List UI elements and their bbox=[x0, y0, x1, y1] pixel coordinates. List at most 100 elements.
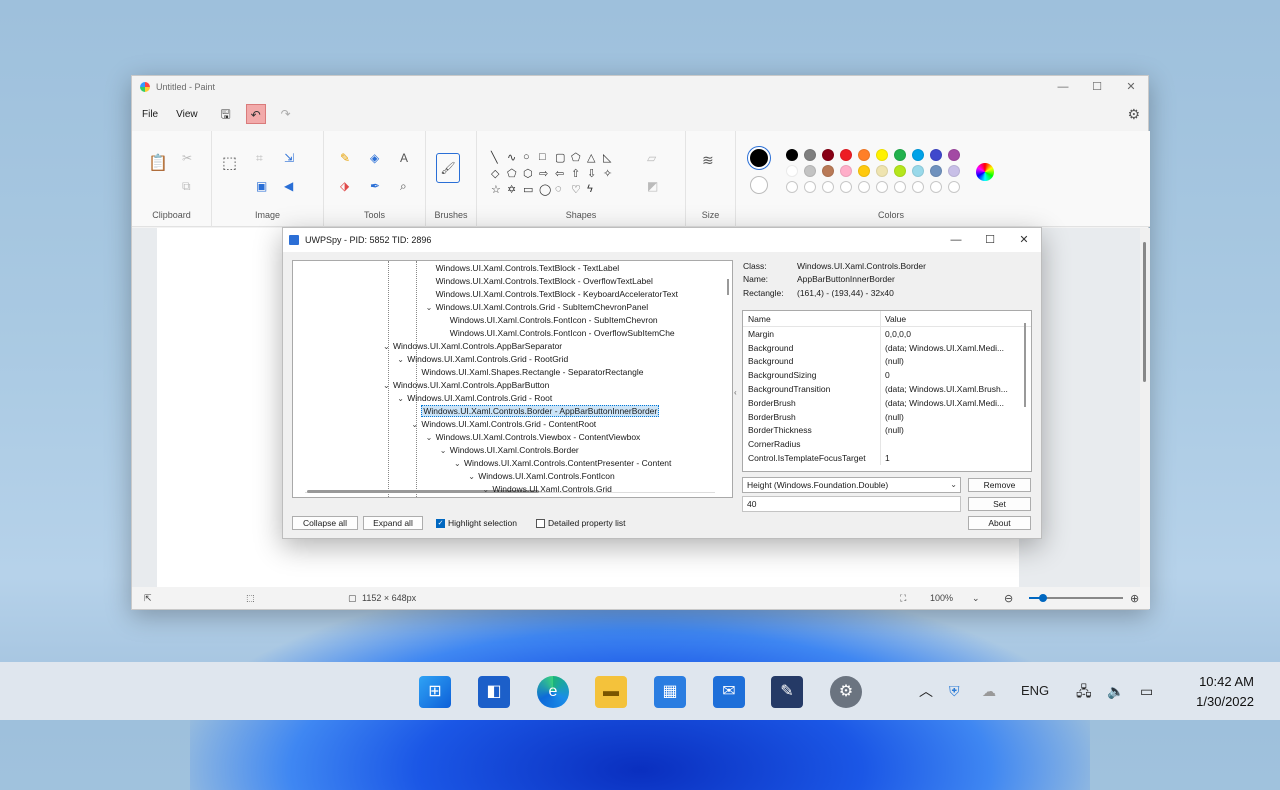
outline-icon[interactable]: ▱ bbox=[647, 151, 656, 165]
defender-shield-icon[interactable]: ⛨ bbox=[949, 662, 960, 720]
property-row[interactable]: BackgroundTransition (data; Windows.UI.Xa… bbox=[743, 382, 1031, 396]
about-button[interactable]: About bbox=[968, 516, 1031, 530]
oval-shape-icon[interactable]: ○ bbox=[523, 151, 539, 164]
expand-toggle-icon[interactable]: ⌄ bbox=[426, 301, 436, 314]
custom-color-slot[interactable] bbox=[804, 181, 816, 193]
lightning-shape-icon[interactable]: ϟ bbox=[587, 183, 603, 196]
tree-item[interactable]: Windows.UI.Xaml.Controls.TextBlock - Tex… bbox=[426, 262, 620, 275]
tree-item[interactable]: ⌄ Windows.UI.Xaml.Controls.AppBarButton bbox=[383, 379, 549, 392]
palette-color-swatch[interactable] bbox=[912, 165, 924, 177]
palette-color-swatch[interactable] bbox=[876, 149, 888, 161]
color2-swatch[interactable] bbox=[750, 176, 768, 194]
shape-fill-icon[interactable]: ◩ bbox=[647, 179, 658, 193]
spy-minimize-icon[interactable]: — bbox=[939, 228, 973, 252]
custom-color-slot[interactable] bbox=[912, 181, 924, 193]
onedrive-cloud-icon[interactable]: ☁ bbox=[982, 662, 996, 720]
palette-color-swatch[interactable] bbox=[876, 165, 888, 177]
palette-color-swatch[interactable] bbox=[804, 149, 816, 161]
microsoft-store-icon[interactable]: ▦ bbox=[654, 676, 686, 708]
mail-icon[interactable]: ✉ bbox=[713, 676, 745, 708]
palette-color-swatch[interactable] bbox=[930, 165, 942, 177]
heart-shape-icon[interactable]: ♡ bbox=[571, 183, 587, 196]
size-lines-icon[interactable]: ≋ bbox=[702, 153, 714, 167]
palette-color-swatch[interactable] bbox=[858, 165, 870, 177]
tree-item[interactable]: ⌄ Windows.UI.Xaml.Controls.Border bbox=[440, 444, 579, 457]
tree-item[interactable]: ⌄ Windows.UI.Xaml.Controls.Viewbox - Cont… bbox=[426, 431, 641, 444]
color-picker-icon[interactable]: ✒ bbox=[370, 179, 380, 193]
fill-icon[interactable]: ◈ bbox=[370, 151, 379, 165]
palette-color-swatch[interactable] bbox=[822, 149, 834, 161]
spy-close-icon[interactable]: ✕ bbox=[1007, 228, 1041, 252]
collapse-all-button[interactable]: Collapse all bbox=[292, 516, 358, 530]
tree-item[interactable]: Windows.UI.Xaml.Controls.FontIcon - Over… bbox=[440, 327, 675, 340]
pencil-icon[interactable]: ✎ bbox=[340, 151, 350, 165]
six-point-star-shape-icon[interactable]: ✡ bbox=[507, 183, 523, 196]
save-icon[interactable]: 🖫 bbox=[216, 104, 236, 124]
callout-oval-shape-icon[interactable]: ◯ bbox=[539, 183, 555, 196]
tree-item[interactable]: ⌄ Windows.UI.Xaml.Controls.Grid - Root bbox=[397, 392, 552, 405]
expand-toggle-icon[interactable]: ⌄ bbox=[383, 340, 393, 353]
eraser-icon[interactable]: ⬗ bbox=[340, 179, 349, 193]
palette-color-swatch[interactable] bbox=[822, 165, 834, 177]
resize-icon[interactable]: ⇲ bbox=[284, 151, 294, 165]
custom-color-slot[interactable] bbox=[786, 181, 798, 193]
tree-item[interactable]: Windows.UI.Xaml.Controls.TextBlock - Key… bbox=[426, 288, 678, 301]
copy-icon[interactable]: ⧉ bbox=[182, 179, 191, 193]
palette-color-swatch[interactable] bbox=[786, 165, 798, 177]
tree-item[interactable]: ⌄ Windows.UI.Xaml.Controls.Grid bbox=[482, 483, 612, 496]
hexagon-shape-icon[interactable]: ⬡ bbox=[523, 167, 539, 180]
close-icon[interactable]: ✕ bbox=[1114, 76, 1148, 98]
pentagon-shape-icon[interactable]: ⬠ bbox=[507, 167, 523, 180]
paste-icon[interactable]: 📋 bbox=[148, 156, 168, 172]
property-list-scrollbar[interactable] bbox=[1024, 323, 1026, 407]
palette-color-swatch[interactable] bbox=[894, 165, 906, 177]
language-indicator[interactable]: ENG bbox=[1021, 662, 1049, 720]
property-list[interactable]: Name Value Margin 0,0,0,0 Background (data;… bbox=[742, 310, 1032, 472]
spy-maximize-icon[interactable]: ☐ bbox=[973, 228, 1007, 252]
text-icon[interactable]: A bbox=[400, 151, 408, 165]
battery-icon[interactable]: ▭ bbox=[1140, 662, 1153, 720]
custom-color-slot[interactable] bbox=[840, 181, 852, 193]
zoom-dropdown-icon[interactable]: ⌄ bbox=[972, 593, 980, 604]
tree-vertical-scrollbar[interactable] bbox=[727, 279, 729, 295]
custom-color-slot[interactable] bbox=[822, 181, 834, 193]
expand-toggle-icon[interactable]: ⌄ bbox=[397, 353, 407, 366]
zoom-out-icon[interactable]: ⊖ bbox=[1004, 592, 1013, 605]
palette-color-swatch[interactable] bbox=[930, 149, 942, 161]
expand-all-button[interactable]: Expand all bbox=[363, 516, 423, 530]
network-icon[interactable]: 🖧 bbox=[1076, 662, 1092, 720]
rounded-rectangle-shape-icon[interactable]: ▢ bbox=[555, 151, 571, 164]
custom-color-slot[interactable] bbox=[930, 181, 942, 193]
right-arrow-shape-icon[interactable]: ⇨ bbox=[539, 167, 555, 180]
rotate-icon[interactable]: ◀ bbox=[284, 179, 293, 193]
widgets-icon[interactable]: ◧ bbox=[478, 676, 510, 708]
element-tree[interactable]: Windows.UI.Xaml.Controls.TextBlock - Tex… bbox=[292, 260, 733, 498]
palette-color-swatch[interactable] bbox=[912, 149, 924, 161]
expand-toggle-icon[interactable]: ⌄ bbox=[468, 470, 478, 483]
zoom-in-icon[interactable]: ⊕ bbox=[1130, 592, 1139, 605]
menu-view[interactable]: View bbox=[176, 109, 198, 120]
diamond-shape-icon[interactable]: ◇ bbox=[491, 167, 507, 180]
tree-item[interactable]: Windows.UI.Xaml.Controls.TextBlock - Ove… bbox=[426, 275, 653, 288]
show-hidden-icons-chevron-icon[interactable]: ︿ bbox=[919, 662, 933, 720]
magnifier-icon[interactable]: ⌕ bbox=[400, 179, 407, 193]
zoom-slider[interactable] bbox=[1029, 594, 1123, 602]
settings-gear-icon[interactable]: ⚙ bbox=[1127, 106, 1140, 123]
property-row[interactable]: BorderBrush (null) bbox=[743, 409, 1031, 424]
expand-toggle-icon[interactable]: ⌄ bbox=[440, 444, 450, 457]
tree-item[interactable]: ⌄ Windows.UI.Xaml.Controls.FontIcon bbox=[468, 470, 615, 483]
custom-color-slot[interactable] bbox=[876, 181, 888, 193]
uwpspy-taskbar-icon[interactable]: ✎ bbox=[771, 676, 803, 708]
column-value[interactable]: Value bbox=[881, 314, 1011, 324]
custom-color-slot[interactable] bbox=[948, 181, 960, 193]
tree-item[interactable]: ⌄ Windows.UI.Xaml.Controls.Grid - Content… bbox=[411, 418, 596, 431]
crop-icon[interactable]: ⌗ bbox=[256, 151, 263, 165]
palette-color-swatch[interactable] bbox=[840, 149, 852, 161]
left-arrow-shape-icon[interactable]: ⇦ bbox=[555, 167, 571, 180]
highlight-selection-checkbox[interactable]: ✓ Highlight selection bbox=[436, 518, 517, 528]
cut-icon[interactable]: ✂ bbox=[182, 151, 192, 165]
four-point-star-shape-icon[interactable]: ✧ bbox=[603, 167, 619, 180]
palette-color-swatch[interactable] bbox=[948, 165, 960, 177]
right-triangle-shape-icon[interactable]: ◺ bbox=[603, 151, 619, 164]
zoom-select[interactable]: 100% bbox=[930, 593, 953, 603]
